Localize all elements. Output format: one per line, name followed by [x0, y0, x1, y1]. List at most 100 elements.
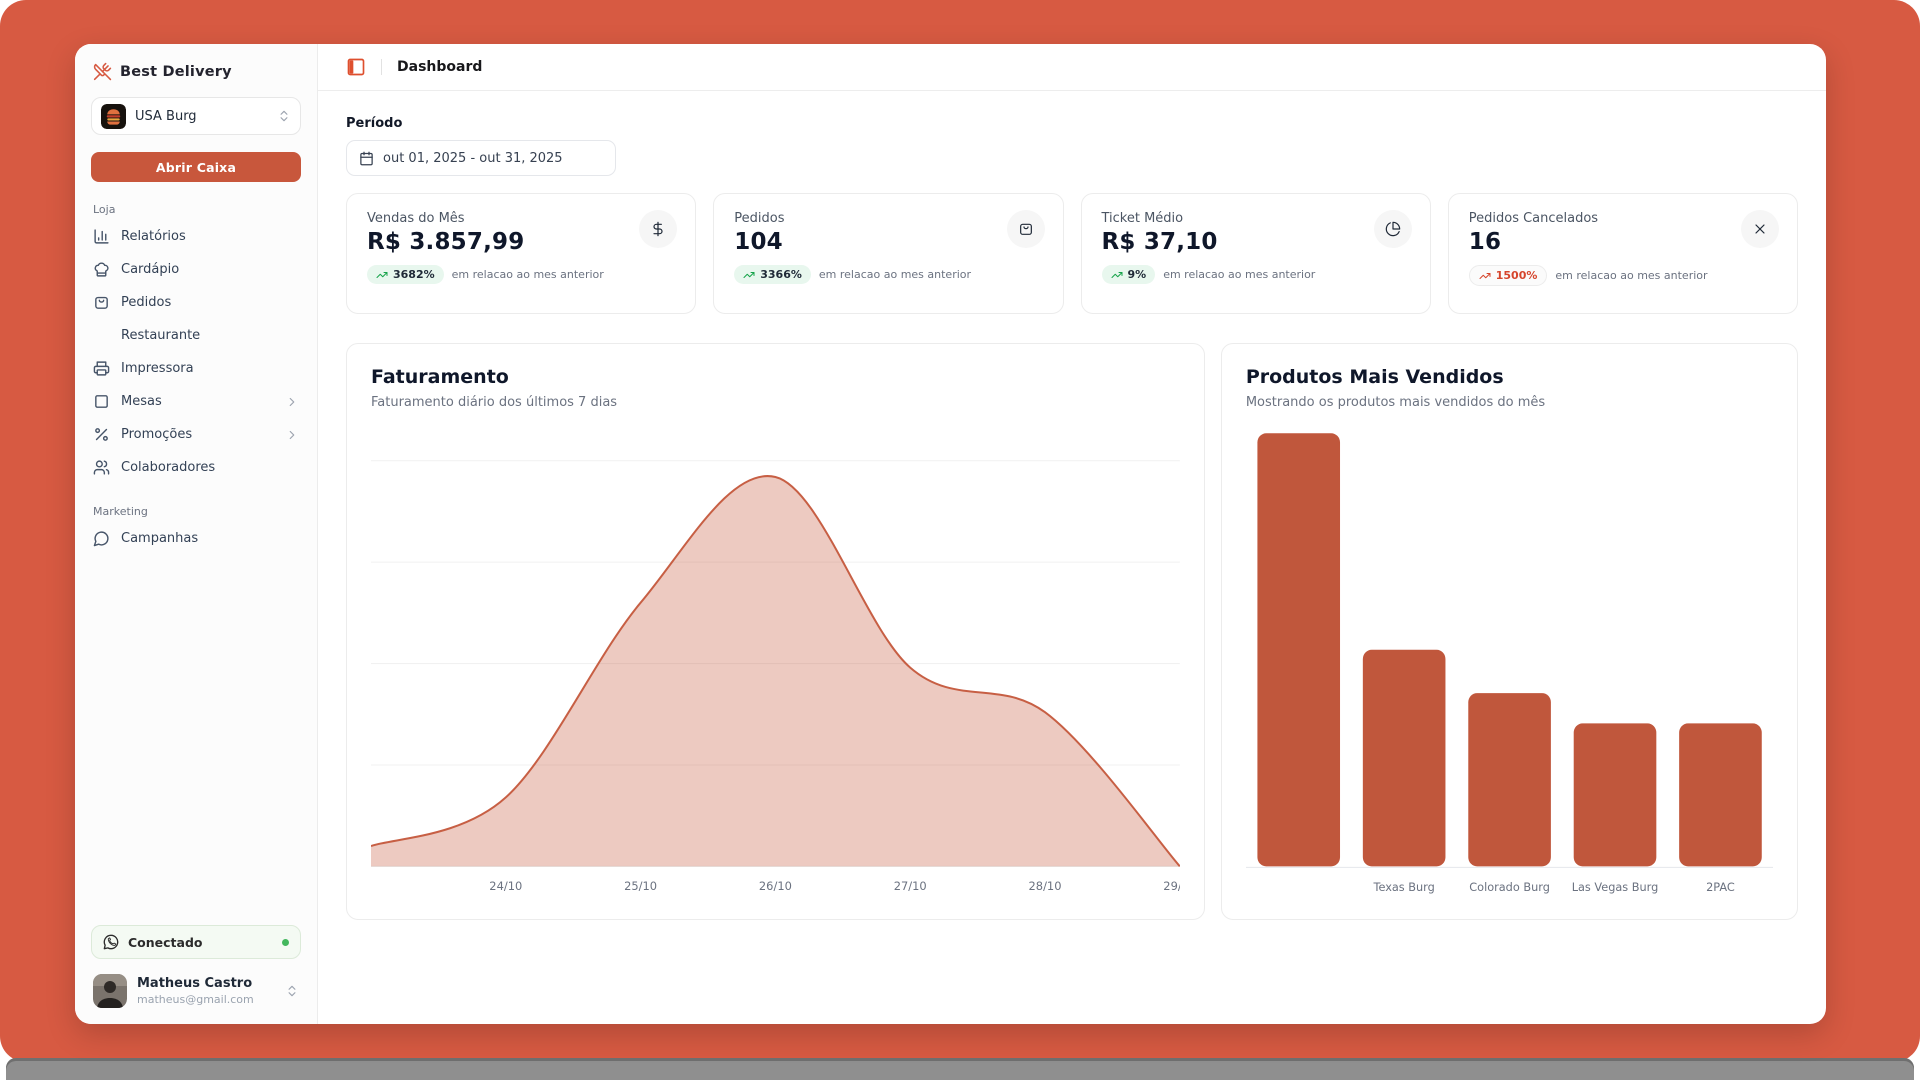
whatsapp-status-pill[interactable]: Conectado — [91, 925, 301, 959]
whatsapp-status-label: Conectado — [128, 935, 203, 950]
percent-icon — [93, 426, 110, 443]
user-menu[interactable]: Matheus Castro matheus@gmail.com — [91, 972, 301, 1010]
trend-badge: 1500% — [1469, 265, 1548, 286]
topbar-divider — [381, 59, 382, 75]
period-label: Período — [346, 116, 1798, 131]
period-date-picker[interactable]: out 01, 2025 - out 31, 2025 — [346, 140, 616, 176]
stat-card-title: Ticket Médio — [1102, 211, 1410, 226]
x-icon-circle — [1741, 210, 1779, 248]
stat-card-footer: 3366% em relacao ao mes anterior — [734, 265, 1042, 284]
bar-label: Colorado Burg — [1469, 880, 1550, 894]
stat-card-title: Vendas do Mês — [367, 211, 675, 226]
bar — [1574, 723, 1657, 866]
period-value: out 01, 2025 - out 31, 2025 — [383, 151, 563, 166]
sidebar-item-label: Restaurante — [121, 328, 200, 343]
trend-badge: 9% — [1102, 265, 1156, 284]
utensils-crossed-icon — [93, 62, 112, 81]
open-cashier-button[interactable]: Abrir Caixa — [91, 152, 301, 182]
sidebar-item-mesas[interactable]: Mesas — [91, 385, 301, 418]
sidebar-item-colaboradores[interactable]: Colaboradores — [91, 451, 301, 484]
chevrons-up-down-icon — [285, 984, 299, 998]
sidebar-item-label: Campanhas — [121, 531, 198, 546]
sidebar-item-campanhas[interactable]: Campanhas — [91, 522, 301, 555]
x-icon — [1752, 221, 1768, 237]
brand: Best Delivery — [91, 60, 301, 81]
brand-name: Best Delivery — [120, 64, 232, 80]
stat-card: Vendas do Mês R$ 3.857,99 3682% em relacao … — [346, 193, 696, 314]
chevron-right-icon — [285, 395, 299, 409]
dollar-icon-circle — [639, 210, 677, 248]
x-tick-label: 29/10 — [1163, 879, 1179, 893]
nav-section-label: Marketing — [91, 505, 301, 518]
stat-card-value: 16 — [1469, 229, 1777, 255]
stat-card-note: em relacao ao mes anterior — [819, 268, 971, 281]
sidebar-item-restaurante[interactable]: undefinedRestaurante — [91, 319, 301, 352]
printer-icon — [93, 360, 110, 377]
stat-card-value: R$ 37,10 — [1102, 229, 1410, 255]
sidebar-item-impressora[interactable]: Impressora — [91, 352, 301, 385]
store-selector[interactable]: USA Burg — [91, 97, 301, 135]
trending-up-icon — [1479, 270, 1491, 282]
app-window: Best Delivery USA Burg Abrir Caixa LojaR… — [75, 44, 1826, 1024]
sidebar-item-relatorios[interactable]: Relatórios — [91, 220, 301, 253]
trend-badge: 3682% — [367, 265, 444, 284]
sidebar-item-label: Cardápio — [121, 262, 179, 277]
stat-card-footer: 1500% em relacao ao mes anterior — [1469, 265, 1777, 286]
pie-icon — [1385, 221, 1401, 237]
stat-card-title: Pedidos Cancelados — [1469, 211, 1777, 226]
x-tick-label: 26/10 — [759, 879, 792, 893]
trending-up-icon — [1111, 269, 1123, 281]
bar-label: Las Vegas Burg — [1572, 880, 1659, 894]
main: Dashboard Período out 01, 2025 - out 31,… — [318, 44, 1826, 1024]
sidebar-item-promocoes[interactable]: Promoções — [91, 418, 301, 451]
sidebar-item-pedidos[interactable]: Pedidos — [91, 286, 301, 319]
top-products-subtitle: Mostrando os produtos mais vendidos do m… — [1246, 395, 1773, 410]
store-name: USA Burg — [135, 109, 268, 124]
stat-card: Ticket Médio R$ 37,10 9% em relacao ao mes … — [1081, 193, 1431, 314]
stat-card-value: 104 — [734, 229, 1042, 255]
sidebar-item-label: Promoções — [121, 427, 192, 442]
sidebar-spacer — [91, 555, 301, 925]
pie-icon-circle — [1374, 210, 1412, 248]
stat-card-value: R$ 3.857,99 — [367, 229, 675, 255]
trend-badge: 3366% — [734, 265, 811, 284]
sidebar-item-label: Impressora — [121, 361, 194, 376]
sidebar-item-label: Relatórios — [121, 229, 186, 244]
user-meta: Matheus Castro matheus@gmail.com — [137, 976, 254, 1006]
stat-card-note: em relacao ao mes anterior — [452, 268, 604, 281]
chef-hat-icon — [93, 261, 110, 278]
dollar-icon — [650, 221, 666, 237]
sidebar-item-cardapio[interactable]: Cardápio — [91, 253, 301, 286]
whatsapp-icon — [103, 934, 119, 950]
taskbar-strip — [6, 1058, 1914, 1080]
chart-column-icon — [93, 228, 110, 245]
stat-cards: Vendas do Mês R$ 3.857,99 3682% em relacao … — [346, 193, 1798, 314]
bar — [1468, 693, 1551, 866]
bar-label: 2PAC — [1706, 880, 1735, 894]
top-products-chart-card: Produtos Mais Vendidos Mostrando os prod… — [1221, 343, 1798, 920]
stat-card-footer: 9% em relacao ao mes anterior — [1102, 265, 1410, 284]
revenue-chart-card: Faturamento Faturamento diário dos últim… — [346, 343, 1205, 920]
revenue-chart-title: Faturamento — [371, 366, 1180, 388]
stat-card: Pedidos Cancelados 16 1500% em relacao ao m… — [1448, 193, 1798, 314]
stat-card-note: em relacao ao mes anterior — [1163, 268, 1315, 281]
user-name: Matheus Castro — [137, 976, 254, 991]
bar — [1257, 433, 1340, 866]
avatar — [93, 974, 127, 1008]
content: Período out 01, 2025 - out 31, 2025 Vend… — [318, 91, 1826, 1024]
topbar: Dashboard — [318, 44, 1826, 91]
revenue-chart-subtitle: Faturamento diário dos últimos 7 dias — [371, 395, 1180, 410]
sidebar-item-label: Mesas — [121, 394, 162, 409]
x-tick-label: 25/10 — [624, 879, 657, 893]
trending-up-icon — [376, 269, 388, 281]
stat-card-note: em relacao ao mes anterior — [1555, 269, 1707, 282]
message-circle-icon — [93, 530, 110, 547]
calendar-icon — [359, 151, 374, 166]
revenue-area-chart: 24/1025/1026/1027/1028/1029/10 — [371, 420, 1180, 901]
bar — [1363, 650, 1446, 867]
bar — [1679, 723, 1762, 866]
sidebar-toggle-button[interactable] — [346, 57, 366, 77]
stat-card: Pedidos1043366%em relacao ao mes anterio… — [713, 193, 1063, 314]
store-logo — [101, 104, 126, 129]
x-tick-label: 28/10 — [1029, 879, 1062, 893]
